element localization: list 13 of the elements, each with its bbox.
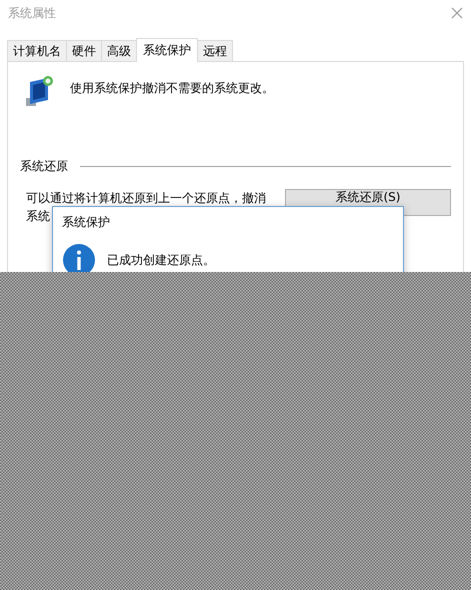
tab[interactable]: 系统保护 [136,38,198,62]
restore-description: 系统 [26,208,50,225]
tab[interactable]: 硬件 [66,40,102,61]
tab[interactable]: 远程 [197,40,233,61]
tab[interactable]: 计算机名 [7,40,67,61]
dialog-title: 系统保护 [61,214,111,231]
description-text: 使用系统保护撤消不需要的系统更改。 [70,80,274,97]
dialog-message: 已成功创建还原点。 [107,252,215,268]
section-heading: 系统还原 [20,158,68,175]
restore-description: 可以通过将计算机还原到上一个还原点，撤消 [26,190,266,207]
tab[interactable]: 高级 [101,40,137,61]
window-title: 系统属性 [8,4,56,22]
close-icon[interactable] [451,7,463,19]
